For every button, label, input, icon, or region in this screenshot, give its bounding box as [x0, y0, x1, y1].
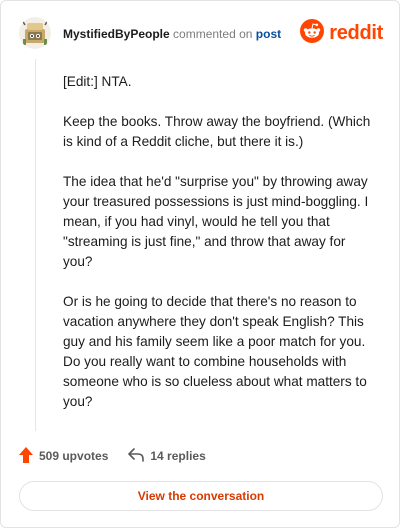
reply-count: 14 replies	[150, 449, 206, 463]
reddit-brand[interactable]: reddit	[300, 18, 383, 48]
reply-arrow-icon[interactable]	[128, 447, 150, 465]
action-text: commented on	[173, 27, 253, 41]
post-link[interactable]: post	[256, 27, 281, 41]
username-link[interactable]: MystifiedByPeople	[63, 27, 170, 41]
comment-paragraph: [Edit:] NTA.	[63, 74, 132, 89]
comment-paragraph: The idea that he'd "surprise you" by thr…	[63, 174, 369, 269]
comment-meta: MystifiedByPeople commented on post	[63, 27, 281, 41]
comment-body: [Edit:] NTA. Keep the books. Throw away …	[63, 72, 375, 432]
comment-footer: 509 upvotes 14 replies	[19, 445, 226, 467]
upvote-count: 509 upvotes	[39, 449, 109, 463]
comment-header: MystifiedByPeople commented on post redd…	[19, 17, 383, 51]
brand-name: reddit	[329, 21, 383, 44]
embedded-comment-card: MystifiedByPeople commented on post redd…	[0, 0, 400, 528]
comment-paragraph: Keep the books. Throw away the boyfriend…	[63, 114, 371, 149]
upvote-arrow-icon[interactable]	[19, 446, 39, 466]
snoo-avatar-icon[interactable]	[19, 17, 51, 49]
reddit-alien-logo-icon	[300, 18, 325, 48]
thread-line	[35, 59, 36, 431]
view-conversation-button[interactable]: View the conversation	[19, 481, 383, 511]
upvote-stat[interactable]: 509 upvotes	[19, 446, 109, 466]
reply-stat[interactable]: 14 replies	[128, 447, 206, 465]
comment-paragraph: Or is he going to decide that there's no…	[63, 294, 367, 409]
